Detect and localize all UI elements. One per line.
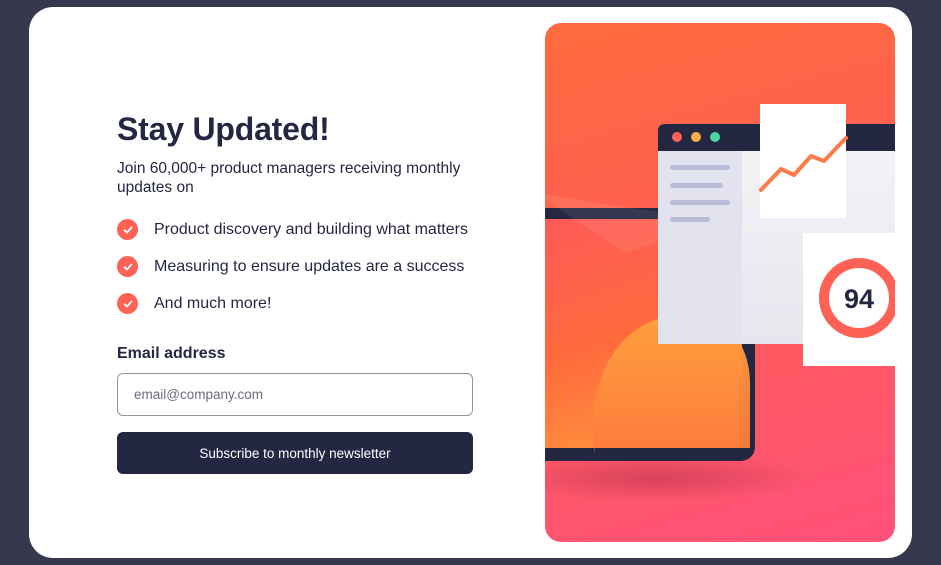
sidebar-line bbox=[670, 200, 730, 205]
feature-text: Product discovery and building what matt… bbox=[154, 220, 468, 238]
window-close-dot-icon bbox=[672, 132, 682, 142]
sidebar-line bbox=[670, 217, 710, 222]
subscribe-button[interactable]: Subscribe to monthly newsletter bbox=[117, 432, 473, 474]
score-value: 94 bbox=[844, 284, 874, 314]
page-title: Stay Updated! bbox=[117, 111, 330, 147]
feature-list: Product discovery and building what matt… bbox=[117, 211, 477, 322]
illustration-graphic: 94 bbox=[545, 104, 895, 502]
signup-card: Stay Updated! Join 60,000+ product manag… bbox=[29, 7, 912, 558]
check-icon bbox=[117, 293, 138, 314]
window-minimize-dot-icon bbox=[691, 132, 701, 142]
feature-item: Product discovery and building what matt… bbox=[117, 211, 477, 248]
email-label: Email address bbox=[117, 345, 226, 362]
hero-illustration: 94 bbox=[545, 23, 895, 542]
check-icon bbox=[117, 256, 138, 277]
window-maximize-dot-icon bbox=[710, 132, 720, 142]
tablet-shadow bbox=[545, 454, 815, 502]
trend-chart-card bbox=[759, 104, 848, 218]
check-icon bbox=[117, 219, 138, 240]
feature-text: Measuring to ensure updates are a succes… bbox=[154, 257, 465, 275]
lead-text: Join 60,000+ product managers receiving … bbox=[117, 160, 461, 196]
score-card: 94 bbox=[803, 233, 895, 366]
feature-text: And much more! bbox=[154, 294, 272, 312]
signup-content: Stay Updated! Join 60,000+ product manag… bbox=[117, 111, 477, 474]
email-field[interactable] bbox=[117, 373, 473, 416]
feature-item: Measuring to ensure updates are a succes… bbox=[117, 248, 477, 285]
feature-item: And much more! bbox=[117, 285, 477, 322]
sidebar-line bbox=[670, 165, 730, 170]
sidebar-line bbox=[670, 183, 723, 188]
